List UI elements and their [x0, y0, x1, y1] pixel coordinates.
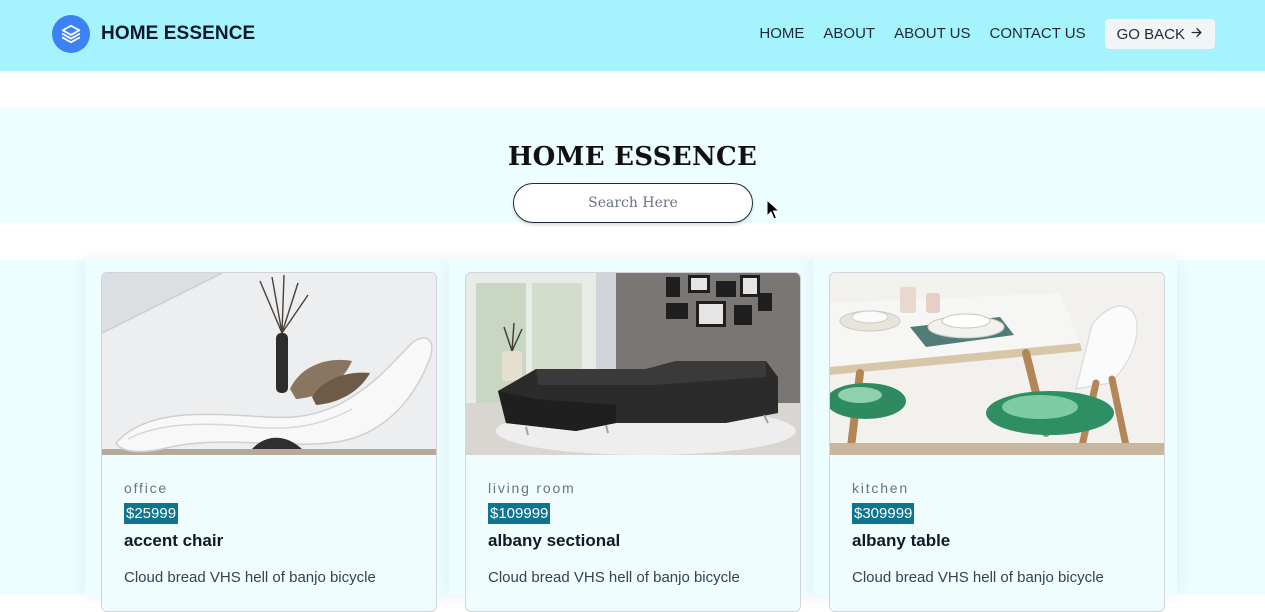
product-category: kitchen [852, 480, 909, 496]
product-column: office $25999 accent chair Cloud bread V… [85, 260, 449, 612]
product-body: living room $109999 albany sectional Clo… [466, 455, 800, 591]
mouse-cursor-icon [766, 199, 780, 220]
product-description: Cloud bread VHS hell of banjo bicycle [852, 569, 1104, 586]
product-price: $109999 [488, 503, 551, 524]
product-column: kitchen $309999 albany table Cloud bread… [813, 260, 1177, 612]
nav-about-us[interactable]: ABOUT US [894, 18, 970, 50]
search-input[interactable] [513, 183, 753, 223]
go-back-button[interactable]: GO BACK [1104, 19, 1215, 49]
brand[interactable]: HOME ESSENCE [52, 15, 255, 53]
product-column: living room $109999 albany sectional Clo… [449, 260, 813, 612]
product-name: albany sectional [488, 531, 621, 550]
product-description: Cloud bread VHS hell of banjo bicycle [124, 569, 376, 586]
product-card[interactable]: living room $109999 albany sectional Clo… [465, 272, 801, 612]
nav-contact-us[interactable]: CONTACT US [990, 18, 1086, 50]
arrow-right-icon [1190, 26, 1203, 43]
product-image-accent-chair[interactable] [102, 273, 437, 455]
nav-about[interactable]: ABOUT [823, 18, 875, 50]
layers-icon [52, 15, 90, 53]
products-section: office $25999 accent chair Cloud bread V… [0, 260, 1265, 612]
product-name: accent chair [124, 531, 224, 550]
brand-name: HOME ESSENCE [101, 23, 256, 44]
product-category: living room [488, 480, 576, 496]
go-back-label: GO BACK [1116, 25, 1185, 43]
product-image-albany-sectional[interactable] [466, 273, 801, 455]
product-body: kitchen $309999 albany table Cloud bread… [830, 455, 1164, 591]
product-card[interactable]: office $25999 accent chair Cloud bread V… [101, 272, 437, 612]
nav-home[interactable]: HOME [759, 18, 804, 50]
page-title: HOME ESSENCE [507, 142, 758, 172]
product-price: $309999 [852, 503, 915, 524]
main-nav: HOME ABOUT ABOUT US CONTACT US GO BACK [759, 18, 1215, 50]
hero-section: HOME ESSENCE [0, 107, 1265, 223]
product-price: $25999 [124, 503, 179, 524]
product-image-albany-table[interactable] [830, 273, 1165, 455]
product-grid: office $25999 accent chair Cloud bread V… [85, 260, 1181, 612]
product-category: office [124, 480, 169, 496]
top-navbar: HOME ESSENCE HOME ABOUT ABOUT US CONTACT… [0, 0, 1265, 71]
product-description: Cloud bread VHS hell of banjo bicycle [488, 569, 740, 586]
product-name: albany table [852, 531, 951, 550]
product-card[interactable]: kitchen $309999 albany table Cloud bread… [829, 272, 1165, 612]
product-body: office $25999 accent chair Cloud bread V… [102, 455, 436, 591]
